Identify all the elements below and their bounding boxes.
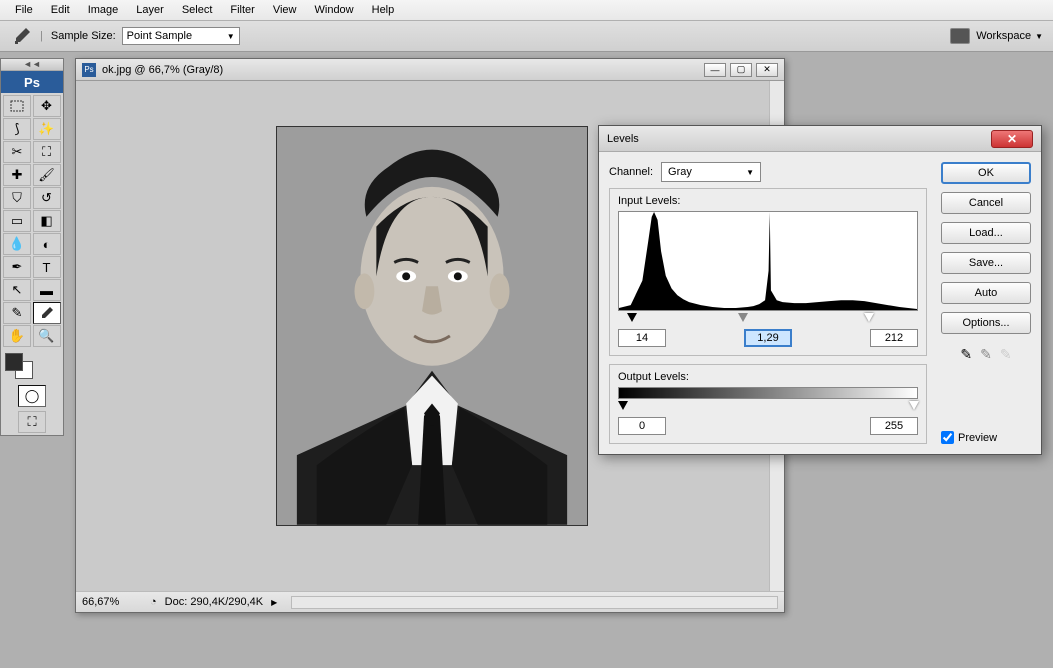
zoom-field[interactable]: 66,67% xyxy=(82,596,142,608)
menu-select[interactable]: Select xyxy=(173,1,222,19)
input-levels-group: Input Levels: xyxy=(609,188,927,356)
output-black-input[interactable] xyxy=(618,417,666,435)
preview-checkbox[interactable]: Preview xyxy=(941,431,1031,444)
document-title: ok.jpg @ 66,7% (Gray/8) xyxy=(102,64,223,76)
pen-tool-icon[interactable]: ✒ xyxy=(3,256,31,278)
input-levels-label: Input Levels: xyxy=(618,195,918,207)
stamp-tool-icon[interactable]: ⛉ xyxy=(3,187,31,209)
menu-filter[interactable]: Filter xyxy=(221,1,263,19)
levels-dialog: Levels ✕ Channel: Gray▼ Input Levels: xyxy=(598,125,1042,455)
load-button[interactable]: Load... xyxy=(941,222,1031,244)
horizontal-scrollbar[interactable] xyxy=(291,596,778,609)
marquee-tool-icon[interactable] xyxy=(3,95,31,117)
menu-window[interactable]: Window xyxy=(306,1,363,19)
midtone-input[interactable] xyxy=(744,329,792,347)
menu-help[interactable]: Help xyxy=(363,1,404,19)
path-tool-icon[interactable]: ↖ xyxy=(3,279,31,301)
output-levels-group: Output Levels: xyxy=(609,364,927,444)
workspace-dropdown-icon[interactable]: ▼ xyxy=(1035,32,1043,41)
preview-checkbox-input[interactable] xyxy=(941,431,954,444)
white-point-eyedropper-icon[interactable]: ✎ xyxy=(1000,346,1012,363)
sample-size-dropdown[interactable]: Point Sample▼ xyxy=(122,27,240,45)
brush-tool-icon[interactable]: 🖌 xyxy=(33,164,61,186)
highlight-input[interactable] xyxy=(870,329,918,347)
channel-dropdown[interactable]: Gray▼ xyxy=(661,162,761,182)
document-icon: Ps xyxy=(82,63,96,77)
eyedropper-tool-icon[interactable] xyxy=(33,302,61,324)
menu-edit[interactable]: Edit xyxy=(42,1,79,19)
foreground-color[interactable] xyxy=(5,353,23,371)
gray-point-eyedropper-icon[interactable]: ✎ xyxy=(980,346,992,363)
lasso-tool-icon[interactable]: ⟆ xyxy=(3,118,31,140)
menu-file[interactable]: File xyxy=(6,1,42,19)
shadow-slider[interactable] xyxy=(627,313,637,322)
notes-tool-icon[interactable]: ✎ xyxy=(3,302,31,324)
doc-info-menu[interactable]: ▶ xyxy=(271,598,277,607)
options-button[interactable]: Options... xyxy=(941,312,1031,334)
zoom-tool-icon[interactable]: 🔍 xyxy=(33,325,61,347)
menu-image[interactable]: Image xyxy=(79,1,128,19)
doc-info: Doc: 290,4K/290,4K xyxy=(165,596,263,608)
histogram xyxy=(618,211,918,311)
shape-tool-icon[interactable]: ▬ xyxy=(33,279,61,301)
slice-tool-icon[interactable]: ⛶ xyxy=(33,141,61,163)
channel-label: Channel: xyxy=(609,166,653,178)
active-tool-icon[interactable] xyxy=(10,24,34,48)
ps-logo: Ps xyxy=(1,71,63,93)
highlight-slider[interactable] xyxy=(864,313,874,322)
midtone-slider[interactable] xyxy=(738,313,748,322)
history-brush-tool-icon[interactable]: ↺ xyxy=(33,187,61,209)
document-titlebar[interactable]: Ps ok.jpg @ 66,7% (Gray/8) — ▢ ✕ xyxy=(76,59,784,81)
type-tool-icon[interactable]: T xyxy=(33,256,61,278)
save-button[interactable]: Save... xyxy=(941,252,1031,274)
output-white-slider[interactable] xyxy=(909,401,919,410)
dialog-title: Levels xyxy=(607,133,639,145)
output-levels-label: Output Levels: xyxy=(618,371,918,383)
workspace-label[interactable]: Workspace xyxy=(976,30,1031,42)
dialog-titlebar[interactable]: Levels ✕ xyxy=(599,126,1041,152)
status-icon[interactable]: ◔ xyxy=(150,596,157,608)
gradient-tool-icon[interactable]: ◧ xyxy=(33,210,61,232)
dialog-close-button[interactable]: ✕ xyxy=(991,130,1033,148)
wand-tool-icon[interactable]: ✨ xyxy=(33,118,61,140)
hand-tool-icon[interactable]: ✋ xyxy=(3,325,31,347)
ok-button[interactable]: OK xyxy=(941,162,1031,184)
move-tool-icon[interactable]: ✥ xyxy=(33,95,61,117)
output-gradient xyxy=(618,387,918,399)
image-content xyxy=(276,126,588,526)
menubar: File Edit Image Layer Select Filter View… xyxy=(0,0,1053,21)
bridge-icon[interactable] xyxy=(950,28,970,44)
crop-tool-icon[interactable]: ✂ xyxy=(3,141,31,163)
screenmode-icon[interactable]: ⛶ xyxy=(18,411,46,433)
maximize-button[interactable]: ▢ xyxy=(730,63,752,77)
close-button[interactable]: ✕ xyxy=(756,63,778,77)
heal-tool-icon[interactable]: ✚ xyxy=(3,164,31,186)
toolbox: ◄◄ Ps ✥ ⟆ ✨ ✂ ⛶ ✚ 🖌 ⛉ ↺ ▭ ◧ 💧 ◐ ✒ T ↖ ▬ … xyxy=(0,58,64,436)
eraser-tool-icon[interactable]: ▭ xyxy=(3,210,31,232)
output-white-input[interactable] xyxy=(870,417,918,435)
auto-button[interactable]: Auto xyxy=(941,282,1031,304)
input-slider[interactable] xyxy=(618,313,918,325)
shadow-input[interactable] xyxy=(618,329,666,347)
dodge-tool-icon[interactable]: ◐ xyxy=(33,233,61,255)
menu-layer[interactable]: Layer xyxy=(127,1,173,19)
output-black-slider[interactable] xyxy=(618,401,628,410)
black-point-eyedropper-icon[interactable]: ✎ xyxy=(960,346,972,363)
minimize-button[interactable]: — xyxy=(704,63,726,77)
menu-view[interactable]: View xyxy=(264,1,306,19)
blur-tool-icon[interactable]: 💧 xyxy=(3,233,31,255)
output-slider[interactable] xyxy=(618,401,918,413)
quickmask-off-icon[interactable]: ◯ xyxy=(18,385,46,407)
color-swatches[interactable] xyxy=(1,349,63,383)
toolbox-collapse[interactable]: ◄◄ xyxy=(1,59,63,71)
cancel-button[interactable]: Cancel xyxy=(941,192,1031,214)
status-bar: 66,67% ◔ Doc: 290,4K/290,4K ▶ xyxy=(76,591,784,612)
options-bar: | Sample Size: Point Sample▼ Workspace ▼ xyxy=(0,21,1053,52)
sample-size-label: Sample Size: xyxy=(51,30,116,42)
